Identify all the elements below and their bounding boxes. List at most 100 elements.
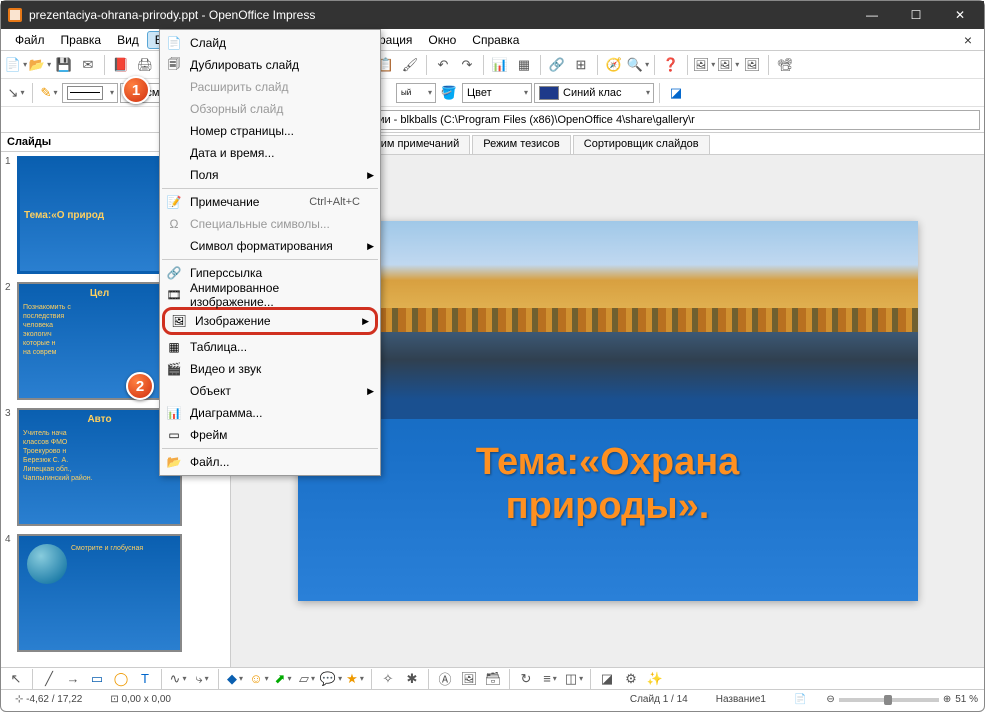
fontwork-icon[interactable]: Ⓐ: [434, 668, 456, 690]
callouts-icon[interactable]: 💬: [320, 668, 342, 690]
symbol-shapes-icon[interactable]: ☺: [248, 668, 270, 690]
brush-icon[interactable]: 🖌: [399, 54, 421, 76]
menu-edit[interactable]: Правка: [53, 31, 110, 49]
email-icon[interactable]: ✉: [77, 54, 99, 76]
menu-item[interactable]: Дата и время...: [160, 142, 380, 164]
points-icon[interactable]: ✧: [377, 668, 399, 690]
menu-item[interactable]: 🎬Видео и звук: [160, 358, 380, 380]
undo-icon[interactable]: ↶: [432, 54, 454, 76]
presentation-icon[interactable]: 📽: [774, 54, 796, 76]
menu-item[interactable]: Символ форматирования▶: [160, 235, 380, 257]
rotate-icon[interactable]: ↻: [515, 668, 537, 690]
status-size: ⊡ 0,00 x 0,00: [102, 694, 179, 705]
arrange-icon[interactable]: ◫: [563, 668, 585, 690]
arrow-tool-icon[interactable]: ↘: [5, 82, 27, 104]
slide-image: [298, 221, 918, 419]
slide-thumbnail[interactable]: Тема:«О природ: [17, 156, 182, 274]
app-icon: [7, 7, 23, 23]
stars-icon[interactable]: ★: [344, 668, 366, 690]
print-icon[interactable]: 🖨: [134, 54, 156, 76]
rect-icon[interactable]: ▭: [86, 668, 108, 690]
menu-item[interactable]: 🖼Изображение▶: [165, 310, 375, 332]
new-icon[interactable]: 📄: [5, 54, 27, 76]
menu-item[interactable]: Поля▶: [160, 164, 380, 186]
menu-item[interactable]: ▭Фрейм: [160, 424, 380, 446]
status-bar: ⊹ -4,62 / 17,22 ⊡ 0,00 x 0,00 Слайд 1 / …: [1, 689, 984, 709]
select-icon[interactable]: ↖: [5, 668, 27, 690]
toolbar-standard: 📄 📂 💾 ✉ 📕 🖨 📋 🖌 ↶ ↷ 📊 ▦ 🔗 ⊞ 🧭 🔍 ❓ 🖼 🖼 🖼 …: [1, 51, 984, 79]
save-icon[interactable]: 💾: [53, 54, 75, 76]
from-file-icon[interactable]: 🖼: [458, 668, 480, 690]
open-icon[interactable]: 📂: [29, 54, 51, 76]
interaction-icon[interactable]: ⚙: [620, 668, 642, 690]
menu-item[interactable]: Объект▶: [160, 380, 380, 402]
menu-item[interactable]: 📊Диаграмма...: [160, 402, 380, 424]
title-bar: prezentaciya-ohrana-prirody.ppt - OpenOf…: [1, 1, 984, 29]
arrow-icon[interactable]: →: [62, 668, 84, 690]
status-layout: Название1: [708, 694, 774, 705]
block-arrows-icon[interactable]: ⬈: [272, 668, 294, 690]
gallery-icon[interactable]: 🗃: [482, 668, 504, 690]
current-slide: Тема:«Охрана природы».: [298, 221, 918, 601]
pdf-icon[interactable]: 📕: [110, 54, 132, 76]
slide-thumbnail[interactable]: АвтоУчитель начаклассов ФМОТроекурово нБ…: [17, 408, 182, 526]
line-icon[interactable]: ╱: [38, 668, 60, 690]
gallery-path-input[interactable]: [296, 110, 980, 130]
table-icon[interactable]: ▦: [513, 54, 535, 76]
redo-icon[interactable]: ↷: [456, 54, 478, 76]
menu-file[interactable]: Файл: [7, 31, 53, 49]
zoom-control[interactable]: ⊖⊕ 51 %: [826, 694, 978, 705]
menu-item[interactable]: Номер страницы...: [160, 120, 380, 142]
slide-thumbnail[interactable]: ЦелПознакомить споследствиячеловекаэколо…: [17, 282, 182, 400]
highlight-icon[interactable]: ✎: [38, 82, 60, 104]
menu-item[interactable]: 📄Слайд: [160, 32, 380, 54]
animation-icon[interactable]: ✨: [644, 668, 666, 690]
menu-item[interactable]: ▦Таблица...: [160, 336, 380, 358]
minimize-button[interactable]: —: [850, 1, 894, 29]
tab-handout[interactable]: Режим тезисов: [472, 135, 571, 154]
content-area: Слайды 1Тема:«О природ2ЦелПознакомить сп…: [1, 133, 984, 667]
gallery2-icon[interactable]: 🖼: [717, 54, 739, 76]
curve-icon[interactable]: ∿: [167, 668, 189, 690]
fill-type-select[interactable]: Цвет: [462, 83, 532, 103]
maximize-button[interactable]: ☐: [894, 1, 938, 29]
extrusion-icon[interactable]: ◪: [596, 668, 618, 690]
menu-window[interactable]: Окно: [420, 31, 464, 49]
menu-item[interactable]: 📝ПримечаниеCtrl+Alt+C: [160, 191, 380, 213]
status-slide: Слайд 1 / 14: [622, 694, 696, 705]
arrow-style-select[interactable]: ый: [396, 83, 436, 103]
shapes-icon[interactable]: ◆: [224, 668, 246, 690]
zoom-icon[interactable]: 🔍: [627, 54, 649, 76]
menu-bar: Файл Правка Вид Вставка Формат Сервис Де…: [1, 29, 984, 51]
close-button[interactable]: ✕: [938, 1, 982, 29]
menu-item: ΩСпециальные символы...: [160, 213, 380, 235]
glue-icon[interactable]: ✱: [401, 668, 423, 690]
navigator-icon[interactable]: 🧭: [603, 54, 625, 76]
document-close-icon[interactable]: ×: [958, 32, 978, 48]
gallery3-icon[interactable]: 🖼: [741, 54, 763, 76]
callout-2: 2: [126, 372, 154, 400]
shadow-icon[interactable]: ◪: [665, 82, 687, 104]
menu-item[interactable]: 📂Файл...: [160, 451, 380, 473]
chart-icon[interactable]: 📊: [489, 54, 511, 76]
grid-icon[interactable]: ⊞: [570, 54, 592, 76]
text-icon[interactable]: T: [134, 668, 156, 690]
menu-item[interactable]: 🗐Дублировать слайд: [160, 54, 380, 76]
align-icon[interactable]: ≡: [539, 668, 561, 690]
menu-item[interactable]: 🎞Анимированное изображение...: [160, 284, 380, 306]
ellipse-icon[interactable]: ◯: [110, 668, 132, 690]
line-style-select[interactable]: [62, 83, 118, 103]
slide-thumbnail[interactable]: Смотрите и глобусная: [17, 534, 182, 652]
fill-icon[interactable]: 🪣: [438, 82, 460, 104]
connector-icon[interactable]: ⤷: [191, 668, 213, 690]
menu-help[interactable]: Справка: [464, 31, 527, 49]
menu-view[interactable]: Вид: [109, 31, 147, 49]
fill-color-select[interactable]: Синий клас: [534, 83, 654, 103]
menu-item: Обзорный слайд: [160, 98, 380, 120]
flowchart-icon[interactable]: ▱: [296, 668, 318, 690]
window-title: prezentaciya-ohrana-prirody.ppt - OpenOf…: [29, 8, 315, 22]
tab-sorter[interactable]: Сортировщик слайдов: [573, 135, 710, 154]
gallery1-icon[interactable]: 🖼: [693, 54, 715, 76]
help-icon[interactable]: ❓: [660, 54, 682, 76]
hyperlink-icon[interactable]: 🔗: [546, 54, 568, 76]
